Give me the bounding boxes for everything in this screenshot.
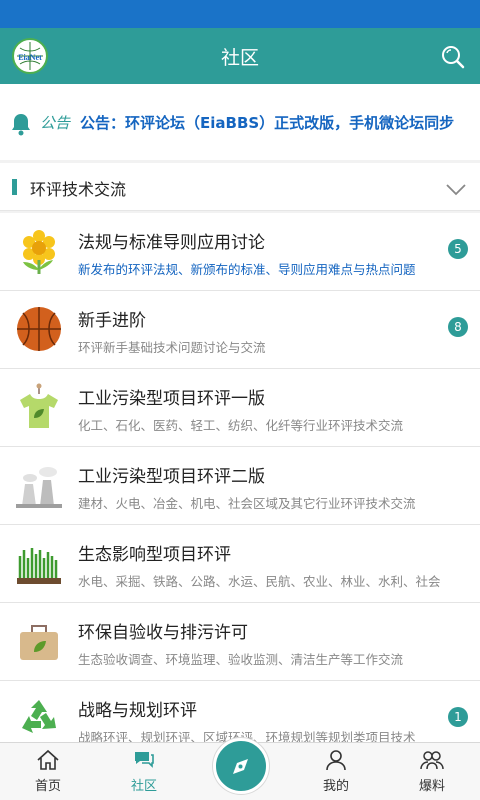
forum-desc: 水电、采掘、铁路、公路、水运、民航、农业、林业、水利、社会 (78, 574, 441, 589)
section-header[interactable]: 环评技术交流 (0, 163, 480, 211)
nav-label: 爆料 (418, 779, 445, 794)
app-header: EiaNet 社区 (0, 28, 480, 84)
nav-label: 社区 (130, 779, 157, 794)
forum-desc: 新发布的环评法规、新颁布的标准、导则应用难点与热点问题 (78, 262, 416, 277)
forum-name: 环保自验收与排污许可 (78, 623, 248, 643)
recycle-icon (14, 694, 64, 744)
announcement-text[interactable]: 公告：环评论坛（EiaBBS）正式改版，手机微论坛同步 (80, 112, 454, 133)
compass-icon (233, 759, 248, 774)
forum-name: 法规与标准导则应用讨论 (78, 233, 265, 253)
announcement-tag: 公告 (40, 114, 71, 132)
report-icon (420, 748, 444, 772)
discover-button[interactable] (213, 738, 269, 794)
forum-desc: 化工、石化、医药、轻工、纺织、化纤等行业环评技术交流 (78, 418, 404, 433)
forum-item[interactable]: 法规与标准导则应用讨论 新发布的环评法规、新颁布的标准、导则应用难点与热点问题 … (0, 213, 480, 291)
forum-item[interactable]: 环保自验收与排污许可 生态验收调查、环境监理、验收监测、清洁生产等工作交流 (0, 603, 480, 681)
forum-item[interactable]: 生态影响型项目环评 水电、采掘、铁路、公路、水运、民航、农业、林业、水利、社会 (0, 525, 480, 603)
nav-mine[interactable]: 我的 (288, 743, 384, 800)
nav-label: 首页 (34, 779, 61, 794)
forum-item[interactable]: 新手进阶 环评新手基础技术问题讨论与交流 8 (0, 291, 480, 369)
section-marker (12, 179, 17, 195)
page-title: 社区 (220, 46, 259, 69)
forum-item[interactable]: 工业污染型项目环评二版 建材、火电、冶金、机电、社会区域及其它行业环评技术交流 (0, 447, 480, 525)
unread-badge: 1 (448, 707, 468, 727)
forum-desc: 环评新手基础技术问题讨论与交流 (78, 340, 266, 355)
nav-home[interactable]: 首页 (0, 743, 96, 800)
forum-name: 工业污染型项目环评一版 (78, 389, 265, 409)
unread-badge: 8 (448, 317, 468, 337)
forum-item[interactable]: 工业污染型项目环评一版 化工、石化、医药、轻工、纺织、化纤等行业环评技术交流 (0, 369, 480, 447)
eco-bag-icon (14, 616, 64, 666)
forum-name: 生态影响型项目环评 (78, 545, 231, 565)
nav-report[interactable]: 爆料 (384, 743, 480, 800)
bell-icon (10, 112, 32, 136)
announcement-bar[interactable]: 公告 公告：环评论坛（EiaBBS）正式改版，手机微论坛同步 (0, 84, 480, 160)
factory-icon (14, 460, 64, 510)
unread-badge: 5 (448, 239, 468, 259)
nav-label: 我的 (322, 779, 349, 794)
sunflower-icon (14, 226, 64, 276)
status-bar (0, 0, 480, 28)
eianet-logo: EiaNet (12, 38, 48, 74)
forum-name: 战略与规划环评 (78, 701, 197, 721)
nav-community[interactable]: 社区 (96, 743, 192, 800)
forum-name: 工业污染型项目环评二版 (78, 467, 265, 487)
basketball-icon (14, 304, 64, 354)
chevron-down-icon[interactable] (446, 181, 466, 196)
home-icon (36, 748, 60, 772)
forum-name: 新手进阶 (78, 311, 146, 331)
community-icon (132, 748, 156, 772)
grass-icon (14, 538, 64, 588)
section-title: 环评技术交流 (30, 180, 127, 199)
user-icon (324, 748, 348, 772)
forum-list: 法规与标准导则应用讨论 新发布的环评法规、新颁布的标准、导则应用难点与热点问题 … (0, 213, 480, 759)
forum-desc: 建材、火电、冶金、机电、社会区域及其它行业环评技术交流 (78, 496, 416, 511)
svg-text:EiaNet: EiaNet (18, 53, 42, 62)
search-icon[interactable] (440, 44, 466, 70)
tshirt-leaf-icon (14, 382, 64, 432)
forum-desc: 生态验收调查、环境监理、验收监测、清洁生产等工作交流 (78, 652, 404, 667)
